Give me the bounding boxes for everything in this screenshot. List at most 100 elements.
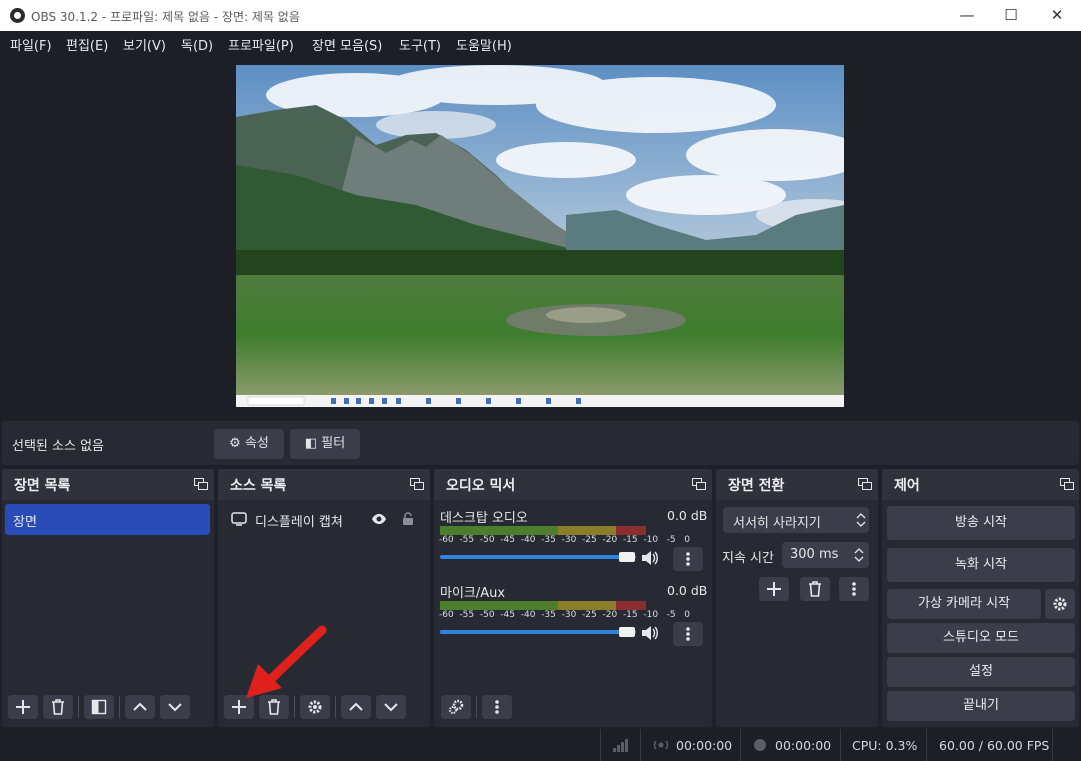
gear-icon — [1053, 597, 1067, 611]
obs-logo-icon — [10, 8, 25, 23]
channel-menu-button[interactable] — [673, 547, 703, 571]
channel-level: 0.0 dB — [667, 508, 708, 523]
channel-name: 데스크탑 오디오 — [440, 511, 528, 526]
duration-value: 300 ms — [790, 547, 839, 562]
toolbar-separator — [78, 696, 79, 718]
properties-button[interactable]: ⚙ 속성 — [214, 429, 284, 459]
annotation-arrow-icon — [246, 625, 327, 698]
more-vertical-icon — [686, 627, 690, 641]
trash-icon — [809, 581, 821, 597]
speaker-icon[interactable] — [641, 625, 659, 641]
move-source-up-button[interactable] — [341, 695, 371, 719]
chevron-updown-icon[interactable] — [854, 547, 864, 563]
channel-menu-button[interactable] — [673, 622, 703, 646]
undock-icon[interactable] — [194, 478, 208, 490]
volume-slider[interactable] — [440, 630, 636, 634]
move-scene-up-button[interactable] — [125, 695, 155, 719]
studio-mode-button[interactable]: 스튜디오 모드 — [887, 623, 1075, 653]
transitions-dock-title: 장면 전환 — [728, 478, 785, 494]
filter-icon — [91, 699, 107, 715]
channel-level: 0.0 dB — [667, 583, 708, 598]
eye-icon[interactable] — [371, 512, 387, 526]
advanced-audio-button[interactable] — [441, 695, 471, 719]
undock-icon[interactable] — [1060, 478, 1074, 490]
gear-icon: ⚙ — [229, 436, 241, 451]
lock-icon[interactable] — [402, 511, 414, 526]
duration-label: 지속 시간 — [722, 551, 774, 566]
menu-docks[interactable]: 독(D) — [181, 35, 213, 54]
menu-scene-collection[interactable]: 장면 모음(S) — [312, 35, 382, 54]
channel-name: 마이크/Aux — [440, 586, 506, 601]
menu-help[interactable]: 도움말(H) — [456, 35, 512, 54]
stream-time: 00:00:00 — [676, 738, 733, 753]
volume-meter — [440, 601, 706, 610]
chevron-updown-icon — [856, 513, 866, 527]
meter-scale: -60 -55 -50 -45 -40 -35 -30 -25 -20 -15 … — [439, 535, 690, 545]
preview-canvas[interactable] — [236, 65, 844, 407]
undock-icon[interactable] — [858, 478, 872, 490]
filter-icon: ◧ — [304, 436, 318, 451]
menu-file[interactable]: 파일(F) — [10, 35, 52, 54]
sources-dock-header: 소스 목록 — [218, 469, 430, 500]
undock-icon[interactable] — [692, 478, 706, 490]
filters-button[interactable]: ◧ 필터 — [290, 429, 360, 459]
plus-icon — [767, 582, 781, 596]
menu-tools[interactable]: 도구(T) — [399, 35, 441, 54]
undock-icon[interactable] — [410, 478, 424, 490]
mixer-menu-button[interactable] — [482, 695, 512, 719]
source-item[interactable]: 디스플레이 캡쳐 — [221, 504, 426, 534]
remove-scene-button[interactable] — [43, 695, 73, 719]
status-separator — [926, 729, 927, 761]
sources-dock-title: 소스 목록 — [230, 478, 287, 494]
transition-menu-button[interactable] — [839, 577, 869, 601]
audio-mixer-dock: 오디오 믹서 데스크탑 오디오 0.0 dB -60 -55 -50 -45 -… — [434, 469, 712, 727]
chevron-down-icon — [384, 703, 398, 712]
window-title: OBS 30.1.2 - 프로파일: 제목 없음 - 장면: 제목 없음 — [31, 10, 300, 24]
signal-bars-icon — [613, 739, 628, 752]
add-transition-button[interactable] — [759, 577, 789, 601]
menu-profile[interactable]: 프로파일(P) — [228, 35, 294, 54]
fps-readout: 60.00 / 60.00 FPS — [939, 738, 1050, 753]
volume-slider-thumb[interactable] — [619, 627, 635, 637]
filters-label: 필터 — [321, 436, 346, 451]
volume-meter — [440, 526, 706, 535]
speaker-icon[interactable] — [641, 550, 659, 566]
context-bar: 선택된 소스 없음 ⚙ 속성 ◧ 필터 — [2, 421, 1079, 465]
exit-button[interactable]: 끝내기 — [887, 691, 1075, 721]
record-icon — [754, 739, 766, 751]
menu-edit[interactable]: 편집(E) — [66, 35, 108, 54]
controls-dock-title: 제어 — [894, 478, 920, 494]
streaming-icon — [653, 740, 669, 750]
chevron-up-icon — [349, 702, 363, 711]
minimize-button[interactable]: — — [944, 0, 990, 31]
monitor-icon — [231, 512, 247, 526]
start-virtual-camera-button[interactable]: 가상 카메라 시작 — [887, 589, 1041, 619]
remove-transition-button[interactable] — [800, 577, 830, 601]
transition-select-value: 서서히 사라지기 — [733, 516, 821, 531]
landscape-preview-image — [236, 65, 844, 407]
scene-filters-button[interactable] — [84, 695, 114, 719]
gears-icon — [449, 699, 464, 714]
close-button[interactable]: ✕ — [1034, 0, 1080, 31]
start-recording-button[interactable]: 녹화 시작 — [887, 548, 1075, 582]
add-scene-button[interactable] — [8, 695, 38, 719]
volume-slider-thumb[interactable] — [619, 552, 635, 562]
virtual-camera-settings-button[interactable] — [1045, 589, 1075, 619]
toolbar-separator — [335, 696, 336, 718]
status-separator — [600, 729, 601, 761]
status-separator — [1052, 729, 1053, 761]
status-bar: 00:00:00 00:00:00 CPU: 0.3% 60.00 / 60.0… — [0, 729, 1081, 761]
properties-label: 속성 — [244, 436, 269, 451]
move-scene-down-button[interactable] — [160, 695, 190, 719]
transition-select[interactable]: 서서히 사라지기 — [723, 507, 869, 533]
start-streaming-button[interactable]: 방송 시작 — [887, 506, 1075, 540]
transitions-dock-header: 장면 전환 — [716, 469, 878, 500]
volume-slider[interactable] — [440, 555, 636, 559]
maximize-button[interactable]: ☐ — [988, 0, 1034, 31]
settings-button[interactable]: 설정 — [887, 657, 1075, 687]
scenes-dock: 장면 목록 장면 — [2, 469, 214, 727]
move-source-down-button[interactable] — [376, 695, 406, 719]
scene-item-selected[interactable]: 장면 — [5, 504, 210, 535]
menu-view[interactable]: 보기(V) — [123, 35, 166, 54]
duration-spinbox[interactable]: 300 ms — [782, 542, 869, 568]
